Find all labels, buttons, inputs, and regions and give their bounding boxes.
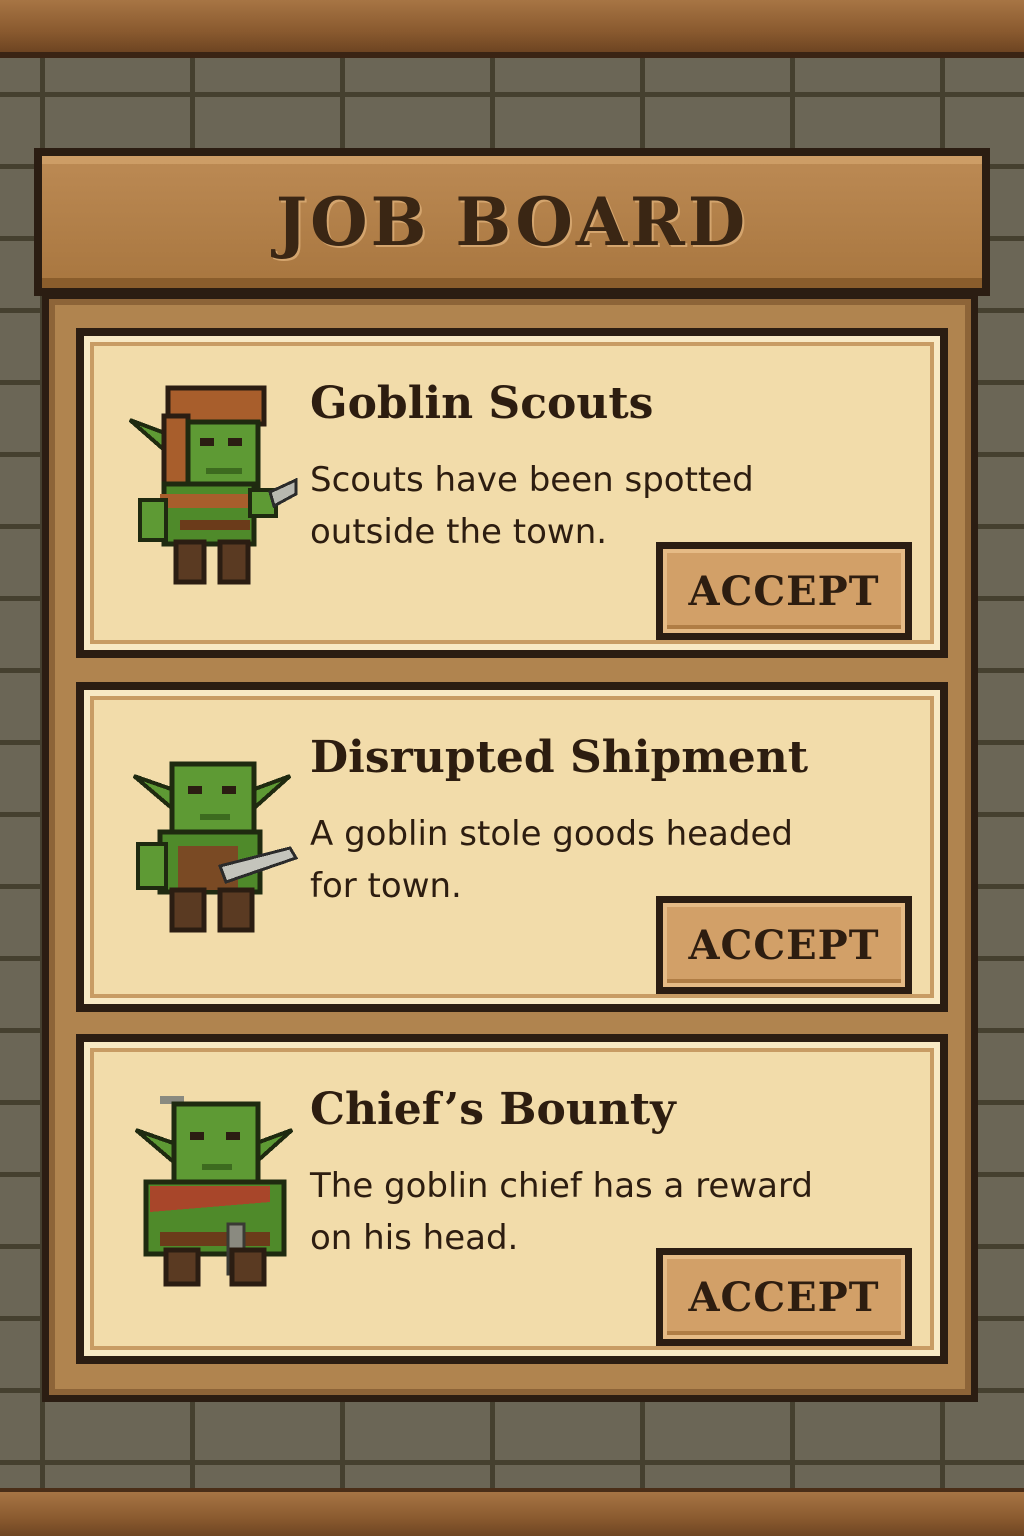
- accept-button[interactable]: ACCEPT: [656, 896, 912, 994]
- job-title: Chief’s Bounty: [310, 1084, 676, 1135]
- job-board-title: JOB BOARD: [275, 183, 749, 261]
- job-card-chiefs-bounty: Chief’s Bounty The goblin chief has a re…: [76, 1034, 948, 1364]
- accept-button[interactable]: ACCEPT: [656, 542, 912, 640]
- job-card-goblin-scouts: Goblin Scouts Scouts have been spotted o…: [76, 328, 948, 658]
- top-wooden-beam: [0, 0, 1024, 58]
- bottom-wooden-beam: [0, 1488, 1024, 1536]
- goblin-with-dagger-icon: [132, 761, 299, 933]
- job-title: Goblin Scouts: [310, 378, 654, 429]
- goblin-chief-icon: [134, 1096, 294, 1287]
- hooded-goblin-icon: [128, 385, 298, 585]
- job-board-header: JOB BOARD: [34, 148, 990, 296]
- job-card-disrupted-shipment: Disrupted Shipment A goblin stole goods …: [76, 682, 948, 1012]
- accept-button[interactable]: ACCEPT: [656, 1248, 912, 1346]
- job-title: Disrupted Shipment: [310, 732, 809, 783]
